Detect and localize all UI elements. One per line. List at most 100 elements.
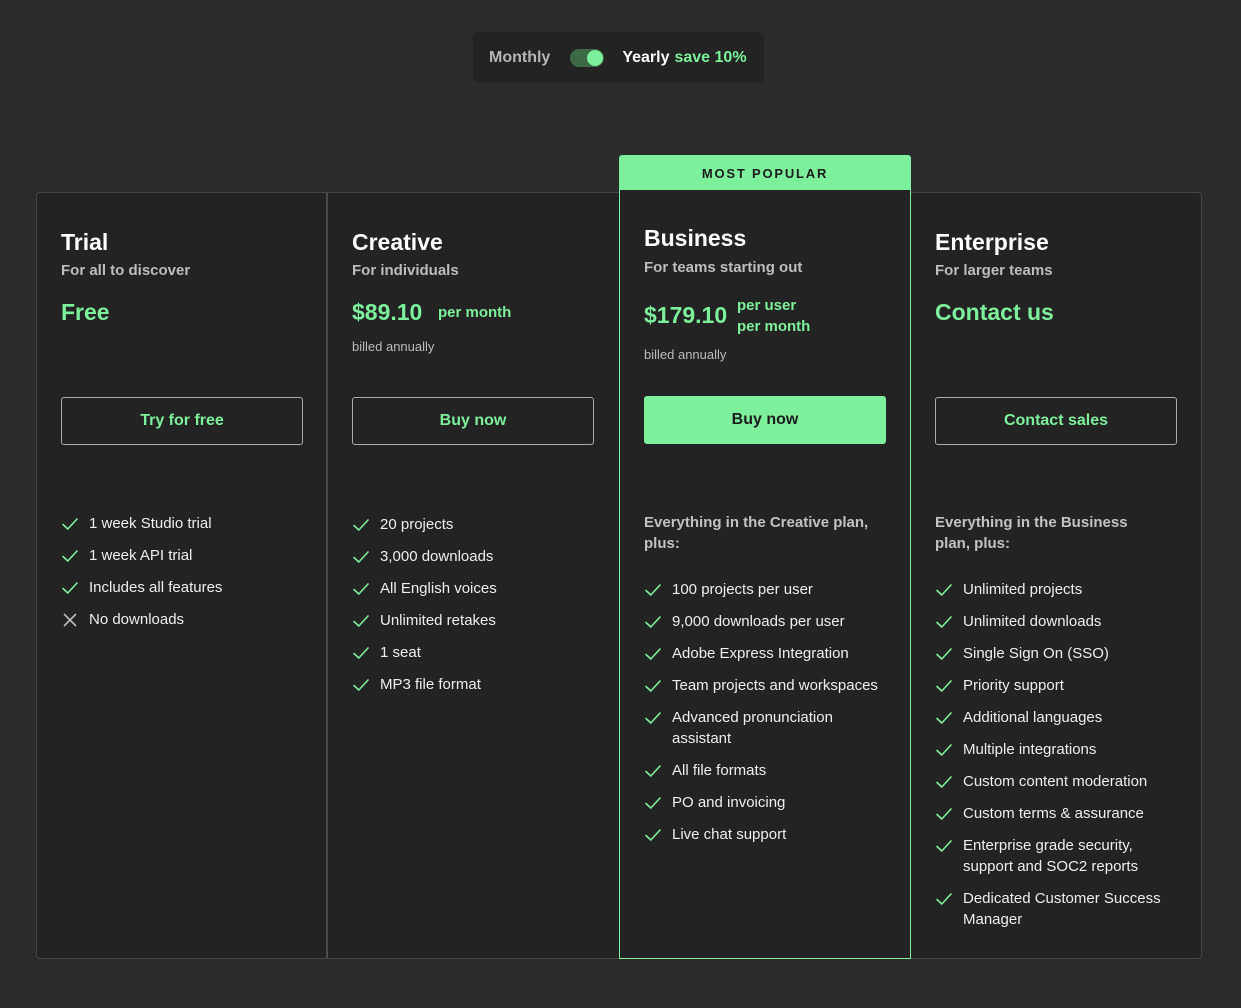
feature-text: Unlimited projects [963, 581, 1083, 598]
feature-text: 20 projects [380, 516, 454, 533]
feature-text: Unlimited retakes [380, 612, 496, 629]
feature-text: 9,000 downloads per user [672, 613, 845, 630]
plan-period-line-2: per month [737, 318, 811, 335]
feature-text: Additional languages [963, 709, 1103, 726]
plan-price: Contact us [935, 299, 1054, 325]
check-icon [352, 578, 380, 599]
feature-text: Unlimited downloads [963, 613, 1102, 630]
feature-text: Priority support [963, 677, 1064, 694]
feature-text: PO and invoicing [672, 794, 786, 811]
plan-intro: Everything in the Business plan, plus: [935, 514, 1128, 552]
feature-text: Live chat support [672, 826, 787, 843]
feature-item: Enterprise grade security, support and S… [935, 835, 1175, 877]
check-icon [935, 739, 963, 760]
feature-item: All English voices [352, 578, 592, 599]
feature-item: Custom terms & assurance [935, 803, 1175, 824]
check-icon [935, 707, 963, 728]
feature-text: 1 week Studio trial [89, 515, 212, 532]
check-icon [61, 545, 89, 566]
check-icon [352, 514, 380, 535]
feature-item: Includes all features [61, 577, 301, 598]
check-icon [352, 610, 380, 631]
check-icon [935, 835, 963, 856]
feature-text: Adobe Express Integration [672, 645, 849, 662]
feature-item: Dedicated Customer Success Manager [935, 888, 1175, 930]
feature-list: 1 week Studio trial 1 week API trial Inclu… [61, 513, 301, 641]
check-icon [61, 577, 89, 598]
buy-now-button[interactable]: Buy now [644, 396, 886, 444]
billing-note: billed annually [644, 347, 727, 362]
x-icon [61, 609, 89, 630]
check-icon [935, 675, 963, 696]
feature-item: Unlimited projects [935, 579, 1175, 600]
save-badge: save 10% [674, 48, 747, 66]
check-icon [644, 643, 672, 664]
plan-card-business: MOST POPULAR Business For teams starting… [619, 155, 911, 959]
plan-period: per month [438, 304, 512, 321]
feature-item: Live chat support [644, 824, 884, 845]
feature-list: 100 projects per user 9,000 downloads per… [644, 579, 884, 856]
plan-subtitle: For individuals [352, 262, 459, 279]
feature-text: Multiple integrations [963, 741, 1097, 758]
feature-text: Single Sign On (SSO) [963, 645, 1109, 662]
feature-text: Team projects and workspaces [672, 677, 878, 694]
plan-name: Enterprise [935, 229, 1049, 255]
feature-text: Custom content moderation [963, 773, 1148, 790]
pricing-page: Monthly Yearly save 10% Trial For all to… [0, 0, 1241, 1008]
plan-subtitle: For larger teams [935, 262, 1053, 279]
feature-item: Single Sign On (SSO) [935, 643, 1175, 664]
billing-note: billed annually [352, 339, 435, 354]
feature-item: Unlimited downloads [935, 611, 1175, 632]
feature-text: Includes all features [89, 579, 223, 596]
plan-name: Trial [61, 229, 109, 255]
feature-item: Adobe Express Integration [644, 643, 884, 664]
feature-item: Additional languages [935, 707, 1175, 728]
check-icon [352, 642, 380, 663]
check-icon [352, 674, 380, 695]
feature-item: No downloads [61, 609, 301, 630]
plan-price: $89.10 [352, 299, 423, 325]
plan-name: Creative [352, 229, 443, 255]
feature-item: 9,000 downloads per user [644, 611, 884, 632]
feature-text: 3,000 downloads [380, 548, 494, 565]
feature-item: Multiple integrations [935, 739, 1175, 760]
billing-switch[interactable] [570, 48, 605, 67]
check-icon [644, 792, 672, 813]
feature-item: MP3 file format [352, 674, 592, 695]
feature-item: 20 projects [352, 514, 592, 535]
plan-card-trial: Trial For all to discover Free Try for f… [37, 193, 328, 958]
toggle-monthly-label[interactable]: Monthly [489, 49, 550, 67]
feature-item: Unlimited retakes [352, 610, 592, 631]
check-icon [935, 803, 963, 824]
check-icon [644, 611, 672, 632]
try-for-free-button[interactable]: Try for free [61, 397, 303, 445]
buy-now-button[interactable]: Buy now [352, 397, 594, 445]
check-icon [644, 675, 672, 696]
feature-text: MP3 file format [380, 676, 481, 693]
feature-item: Priority support [935, 675, 1175, 696]
check-icon [644, 824, 672, 845]
feature-text: No downloads [89, 611, 185, 628]
toggle-yearly-label[interactable]: Yearly [622, 49, 669, 67]
plan-price: Free [61, 299, 110, 325]
contact-sales-button[interactable]: Contact sales [935, 397, 1177, 445]
plan-card-creative: Creative For individuals $89.10 per mont… [328, 193, 619, 958]
check-icon [935, 771, 963, 792]
plan-name: Business [644, 225, 747, 251]
feature-item: Team projects and workspaces [644, 675, 884, 696]
feature-item: 1 week API trial [61, 545, 301, 566]
feature-text: Dedicated Customer Success Manager [963, 890, 1161, 928]
feature-text: 1 seat [380, 644, 421, 661]
feature-item: 1 seat [352, 642, 592, 663]
switch-knob [587, 49, 604, 66]
plan-period: per user per month [737, 295, 810, 337]
feature-text: 1 week API trial [89, 547, 193, 564]
feature-text: Advanced pronunciation assistant [672, 709, 833, 747]
feature-item: PO and invoicing [644, 792, 884, 813]
check-icon [352, 546, 380, 567]
billing-toggle[interactable]: Monthly Yearly save 10% [473, 32, 764, 83]
plan-period-line-1: per user [737, 297, 797, 314]
plan-card-enterprise: Enterprise For larger teams Contact us C… [911, 193, 1201, 958]
feature-list: 20 projects 3,000 downloads All English vo… [352, 514, 592, 706]
check-icon [935, 643, 963, 664]
